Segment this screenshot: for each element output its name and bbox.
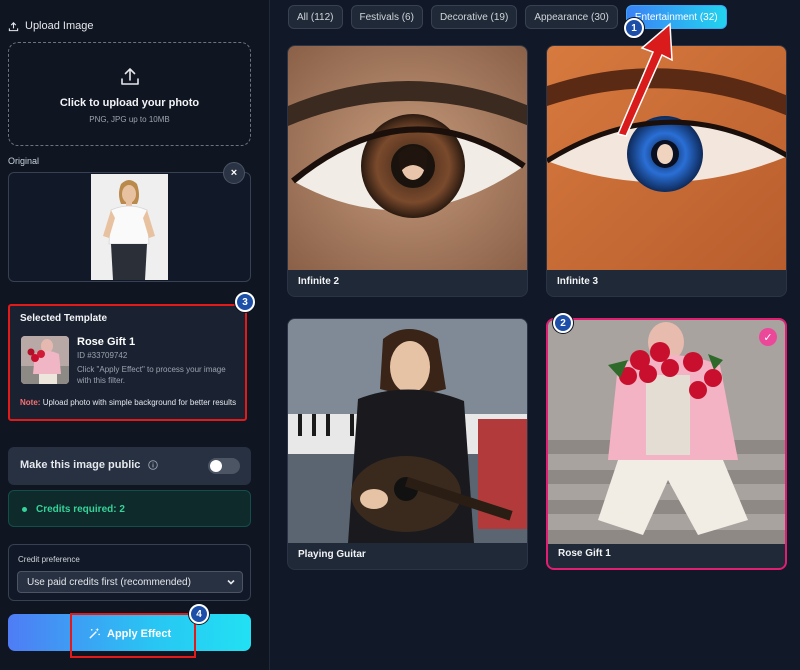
original-label: Original bbox=[8, 156, 40, 166]
upload-dropzone[interactable]: Click to upload your photo PNG, JPG up t… bbox=[8, 42, 251, 146]
credits-required-box: Credits required: 2 bbox=[8, 490, 251, 527]
selected-template-description: Click "Apply Effect" to process your ima… bbox=[77, 365, 226, 385]
original-photo bbox=[91, 174, 168, 280]
template-image bbox=[288, 319, 527, 543]
check-icon: ✓ bbox=[759, 328, 777, 346]
template-image bbox=[288, 46, 527, 270]
selected-template-heading: Selected Template bbox=[20, 313, 108, 324]
template-caption: Infinite 3 bbox=[557, 276, 599, 287]
credit-preference-value: Use paid credits first (recommended) bbox=[27, 577, 191, 588]
credit-preference-label: Credit preference bbox=[18, 555, 80, 564]
template-caption: Playing Guitar bbox=[298, 549, 366, 560]
dropzone-title: Click to upload your photo bbox=[59, 97, 200, 109]
annotation-badge-2: 2 bbox=[553, 313, 573, 333]
annotation-highlight-apply bbox=[70, 613, 196, 658]
selected-template-name: Rose Gift 1 bbox=[77, 336, 136, 348]
info-icon[interactable] bbox=[148, 460, 158, 470]
template-card-rose-gift-1[interactable]: ✓ Rose Gift 1 bbox=[546, 318, 787, 570]
template-card-infinite-2[interactable]: Infinite 2 bbox=[287, 45, 528, 297]
selected-template-id: ID #33709742 bbox=[77, 351, 128, 360]
make-public-row: Make this image public bbox=[8, 447, 251, 485]
upload-heading: Upload Image bbox=[8, 20, 94, 32]
remove-original-button[interactable]: × bbox=[223, 162, 245, 184]
tab-decorative[interactable]: Decorative (19) bbox=[430, 5, 518, 29]
upload-heading-label: Upload Image bbox=[25, 20, 94, 32]
dropzone-subtitle: PNG, JPG up to 10MB bbox=[89, 115, 170, 124]
template-caption: Infinite 2 bbox=[298, 276, 340, 287]
credit-preference-select[interactable]: Use paid credits first (recommended) bbox=[17, 571, 243, 593]
woman-photo-illustration bbox=[91, 174, 168, 280]
note-label: Note: bbox=[20, 398, 41, 407]
template-card-playing-guitar[interactable]: Playing Guitar bbox=[287, 318, 528, 570]
note-text: Upload photo with simple background for … bbox=[42, 398, 237, 407]
make-public-label: Make this image public bbox=[20, 459, 141, 471]
make-public-toggle[interactable] bbox=[208, 458, 240, 474]
annotation-badge-1: 1 bbox=[624, 18, 644, 38]
upload-icon bbox=[8, 21, 19, 31]
sidebar: Upload Image Click to upload your photo … bbox=[0, 0, 270, 670]
close-icon: × bbox=[230, 167, 238, 179]
main-gallery: All (112) Festivals (6) Decorative (19) … bbox=[270, 0, 800, 670]
chevron-down-icon bbox=[227, 579, 235, 585]
upload-icon bbox=[120, 68, 139, 85]
template-caption: Rose Gift 1 bbox=[558, 548, 611, 559]
status-dot bbox=[22, 507, 27, 512]
tab-all[interactable]: All (112) bbox=[288, 5, 343, 29]
template-image bbox=[548, 320, 785, 544]
annotation-badge-4: 4 bbox=[189, 604, 209, 624]
credits-required-text: Credits required: 2 bbox=[36, 504, 125, 515]
selected-template-thumbnail bbox=[21, 336, 69, 384]
credit-preference-box: Credit preference Use paid credits first… bbox=[8, 544, 251, 601]
toggle-knob bbox=[210, 460, 222, 472]
selected-template-card: Selected Template Rose Gift 1 ID #337097… bbox=[8, 304, 247, 421]
tab-festivals[interactable]: Festivals (6) bbox=[350, 5, 423, 29]
selected-template-note: Note: Upload photo with simple backgroun… bbox=[20, 398, 242, 408]
annotation-badge-3: 3 bbox=[235, 292, 255, 312]
